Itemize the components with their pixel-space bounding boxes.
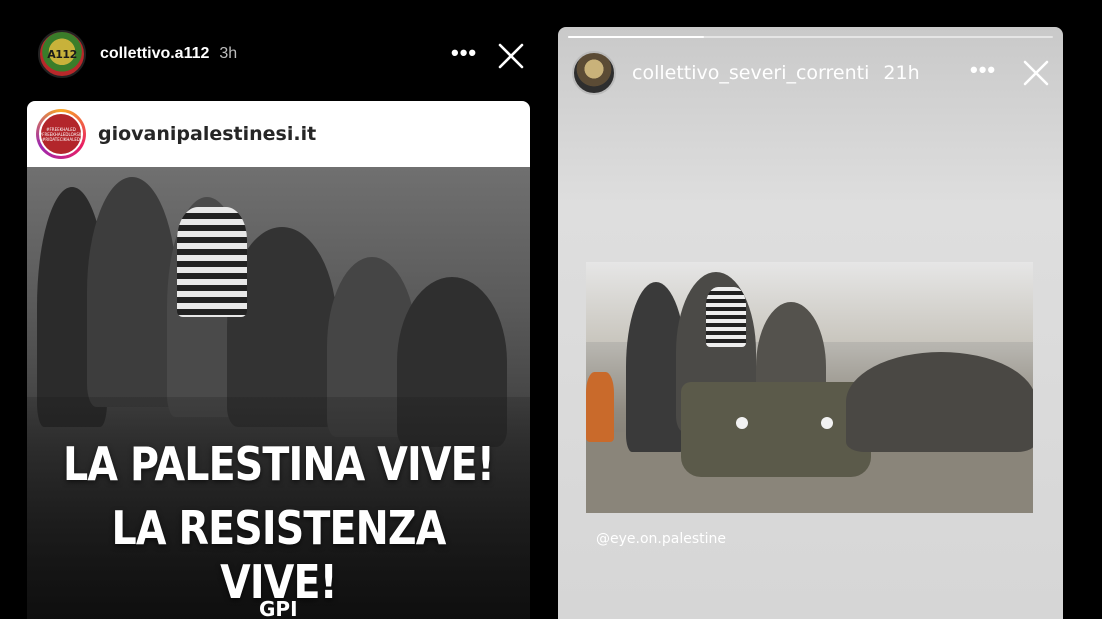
gpi-logo: GPI — [259, 597, 298, 619]
shared-post-username[interactable]: giovanipalestinesi.it — [98, 123, 316, 145]
story-left[interactable]: A112 collettivo.a112 3h ••• #FREEKHALED … — [0, 0, 556, 619]
more-options-icon[interactable]: ••• — [451, 40, 477, 66]
story-time-left: 3h — [219, 45, 238, 62]
story-username-left[interactable]: collettivo.a112 — [100, 45, 209, 63]
story-progress-bar — [568, 36, 1053, 38]
mention-tag[interactable]: @eye.on.palestine — [596, 531, 726, 547]
avatar-collettivo-a112[interactable]: A112 — [38, 30, 86, 78]
story-progress-fill — [568, 36, 704, 38]
avatar-collettivo-severi[interactable] — [572, 51, 616, 95]
shared-post-card[interactable]: #FREEKHALED #FREEKHALEDLOASID #RIDATECIK… — [27, 101, 530, 619]
close-icon[interactable] — [1022, 59, 1050, 87]
reposted-photo — [586, 262, 1033, 513]
story-right[interactable]: collettivo_severi_correnti 21h ••• @eye.… — [558, 27, 1063, 619]
story-username-right[interactable]: collettivo_severi_correnti — [632, 62, 869, 84]
close-icon[interactable] — [497, 42, 525, 70]
shared-post-photo: LA PALESTINA VIVE! LA RESISTENZA VIVE! G… — [27, 167, 530, 619]
story-time-right: 21h — [883, 62, 920, 84]
story-header-left: A112 collettivo.a112 3h — [38, 30, 237, 78]
more-options-icon[interactable]: ••• — [970, 57, 996, 83]
avatar-giovanipalestinesi[interactable]: #FREEKHALED #FREEKHALEDLOASID #RIDATECIK… — [36, 109, 86, 159]
avatar-text-3: #RIDATECIKHALED — [42, 136, 80, 142]
shared-post-header: #FREEKHALED #FREEKHALEDLOASID #RIDATECIK… — [27, 101, 530, 167]
poster-headline-line1: LA PALESTINA VIVE! — [62, 437, 495, 491]
story-header-right: collettivo_severi_correnti 21h — [572, 51, 920, 95]
vehicle-shape — [681, 382, 871, 477]
striped-shirt-figure — [177, 207, 247, 317]
poster-headline-line2: LA RESISTENZA VIVE! — [111, 501, 446, 609]
